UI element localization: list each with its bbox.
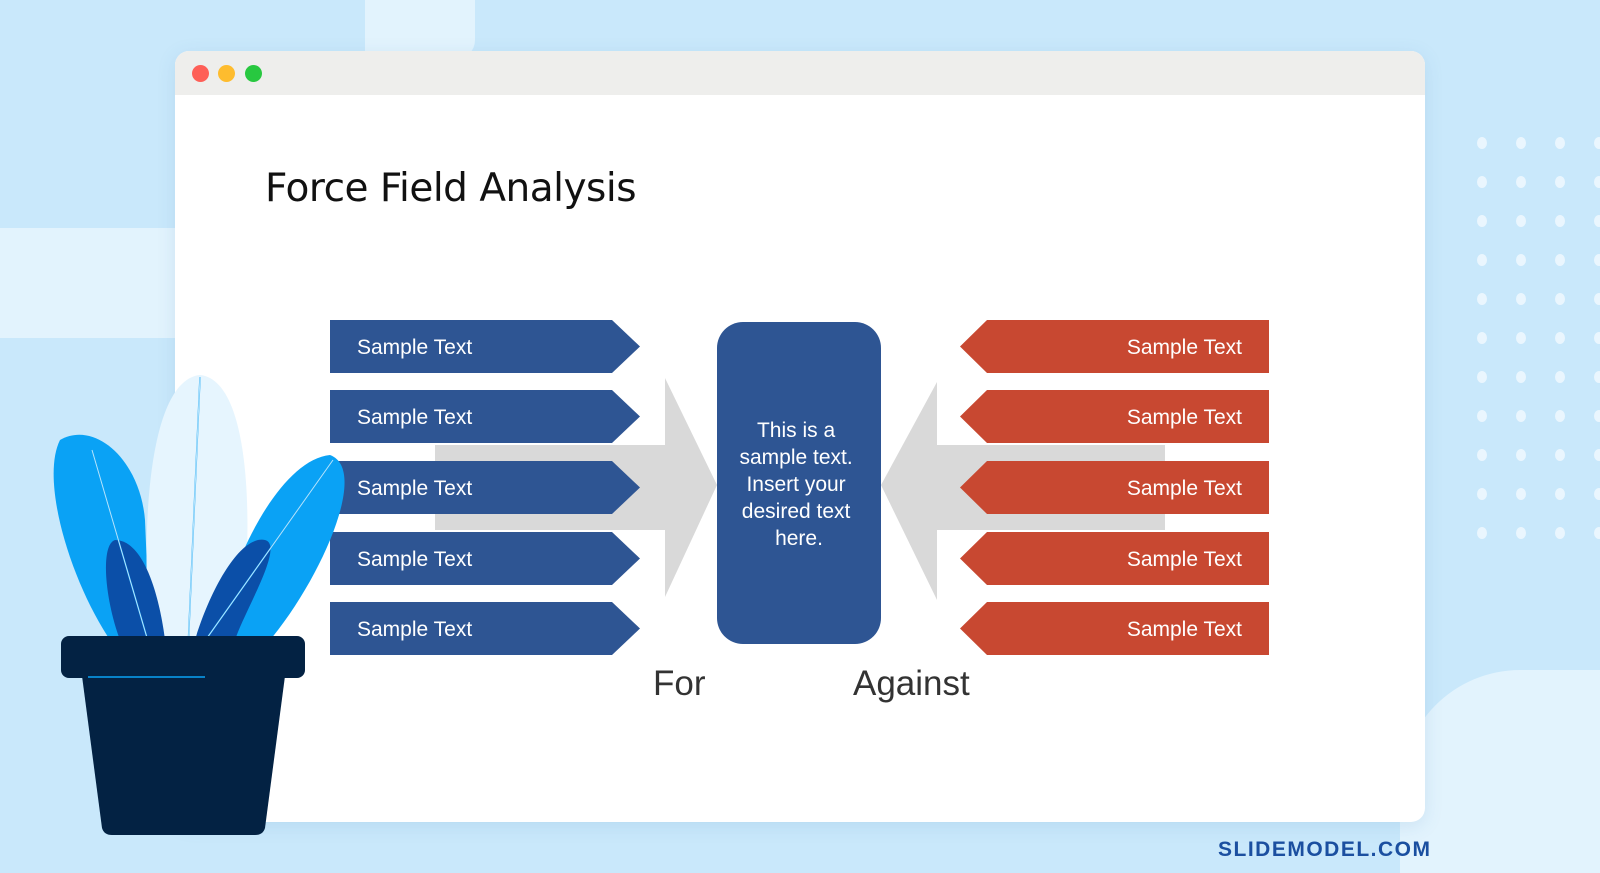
plant-illustration [53,375,345,835]
pot-body [82,676,285,835]
for-item-label: Sample Text [357,477,472,500]
against-label: Against [853,664,970,703]
for-item-label: Sample Text [357,618,472,641]
for-item-label: Sample Text [357,548,472,571]
brand-watermark: SLIDEMODEL.COM [1218,838,1432,861]
for-item-label: Sample Text [357,336,472,359]
against-item-label: Sample Text [1127,477,1242,500]
force-field-diagram: Sample Text Sample Text Sample Text Sample … [53,320,1269,835]
against-item-label: Sample Text [1127,406,1242,429]
for-label: For [653,664,706,703]
against-item-label: Sample Text [1127,336,1242,359]
against-item-label: Sample Text [1127,548,1242,571]
for-item-label: Sample Text [357,406,472,429]
against-item-label: Sample Text [1127,618,1242,641]
pot-rim [61,636,305,678]
